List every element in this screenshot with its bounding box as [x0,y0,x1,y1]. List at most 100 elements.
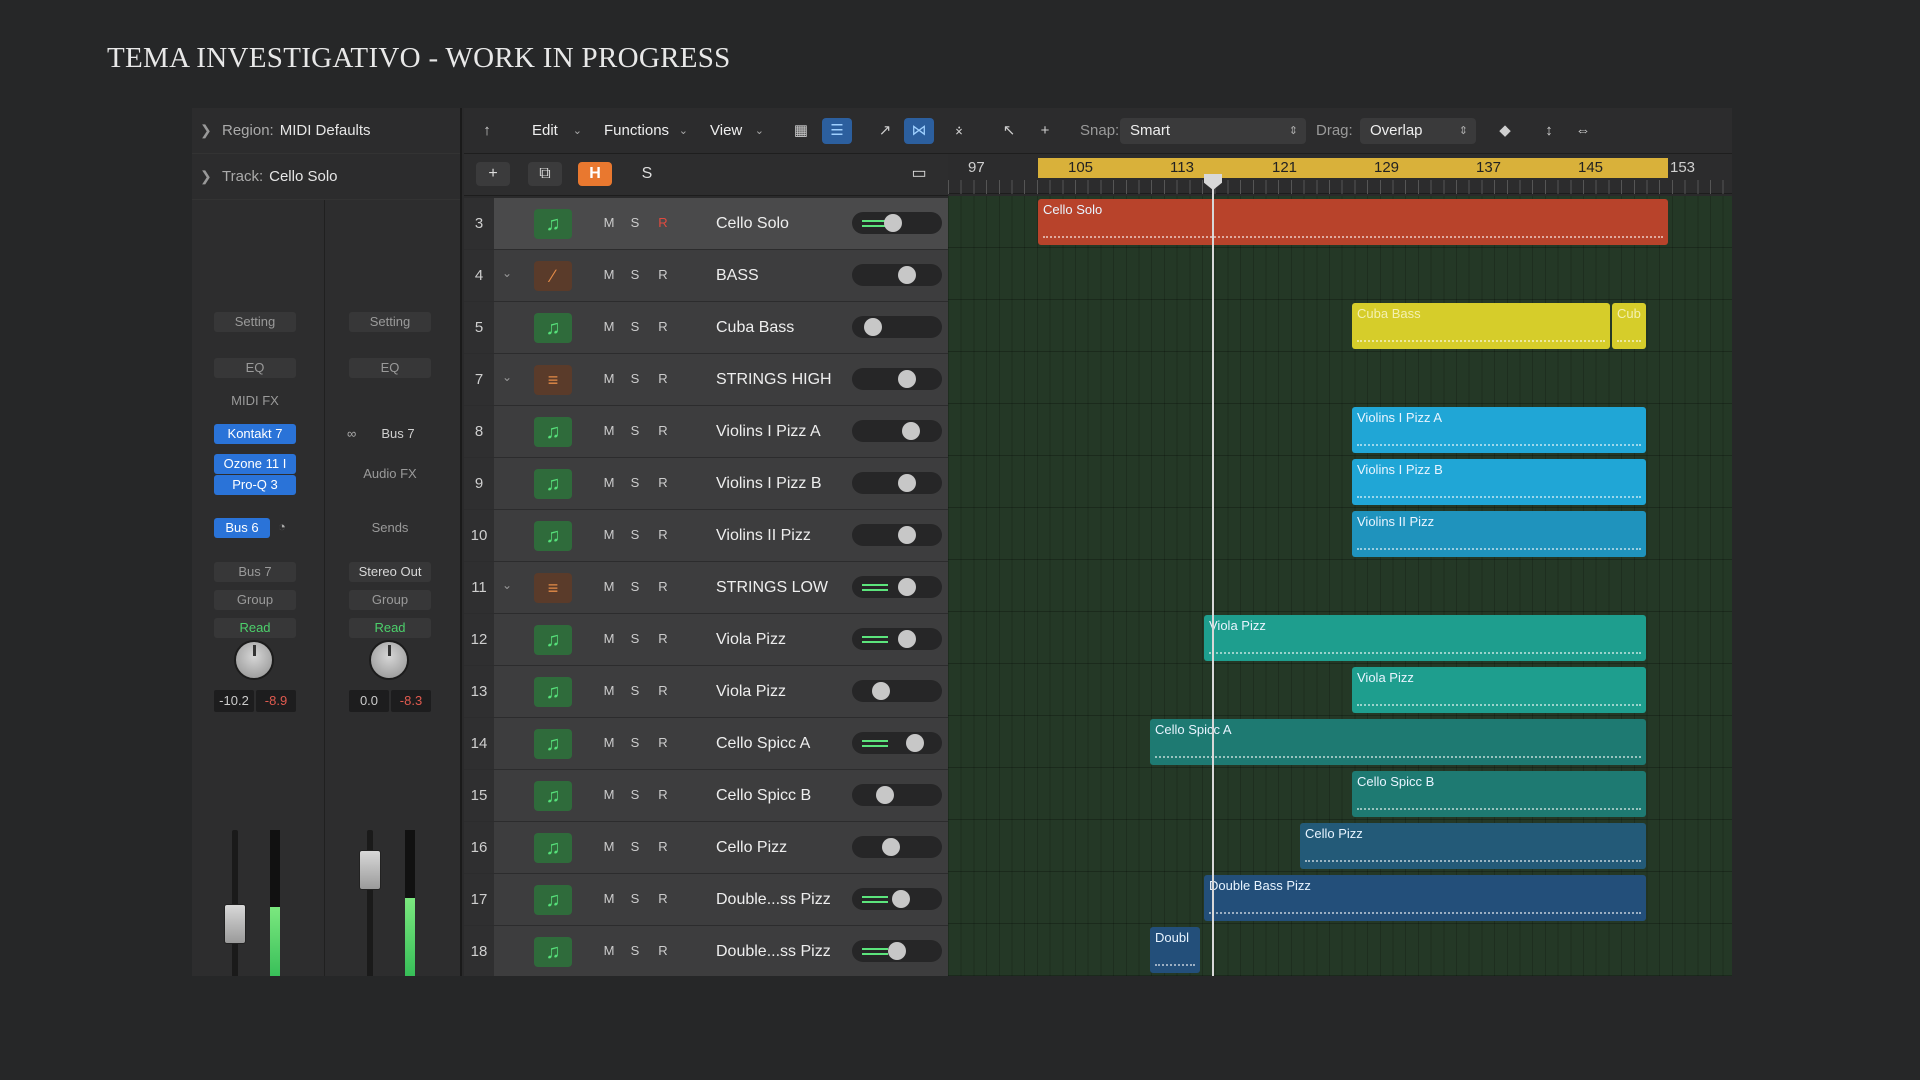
guitar-icon[interactable]: ∕ [534,261,572,291]
track-solo-button[interactable]: S [626,421,644,441]
midi-region[interactable]: Doubl [1150,927,1200,973]
track-volume-slider[interactable] [852,576,942,598]
view-menu[interactable]: View ⌄ [700,118,772,144]
group-slot[interactable]: Group [214,590,296,610]
track-row[interactable]: 3 ♫ M S R Cello Solo [464,198,948,250]
chevron-right-icon[interactable]: ❯ [200,168,222,185]
duplicate-track-icon[interactable]: ⧉ [528,162,562,186]
send-slot[interactable]: Bus 6 [214,518,270,538]
slider-thumb[interactable] [898,526,916,544]
track-name[interactable]: Cello Spicc A [716,718,810,769]
instrument-slot[interactable]: Kontakt 7 [214,424,296,444]
track-name[interactable]: Violins II Pizz [716,510,811,561]
track-row[interactable]: 7 ⌄ ≡ M S R STRINGS HIGH [464,354,948,406]
midi-note-icon[interactable]: ♫ [534,313,572,343]
track-record-button[interactable]: R [654,473,672,493]
slider-thumb[interactable] [902,422,920,440]
midi-region[interactable]: Cello Spicc A [1150,719,1646,765]
track-mute-button[interactable]: M [600,681,618,701]
functions-menu[interactable]: Functions ⌄ [594,118,696,144]
snap-dropdown[interactable]: Smart ⇕ [1120,118,1306,144]
track-mute-button[interactable]: M [600,421,618,441]
track-name[interactable]: Viola Pizz [716,614,786,665]
volume-fader[interactable] [359,850,381,890]
track-solo-button[interactable]: S [626,317,644,337]
midi-note-icon[interactable]: ♫ [534,781,572,811]
track-row[interactable]: 10 ♫ M S R Violins II Pizz [464,510,948,562]
track-row[interactable]: 17 ♫ M S R Double...ss Pizz [464,874,948,926]
edit-menu[interactable]: Edit ⌄ [522,118,590,144]
track-record-button[interactable]: R [654,733,672,753]
track-record-button[interactable]: R [654,629,672,649]
track-solo-button[interactable]: S [626,369,644,389]
midi-note-icon[interactable]: ♫ [534,625,572,655]
track-solo-button[interactable]: S [626,213,644,233]
output-slot[interactable]: Bus 7 [214,562,296,582]
track-name[interactable]: Cello Spicc B [716,770,811,821]
track-name[interactable]: Violins I Pizz B [716,458,822,509]
track-solo-button[interactable]: S [626,577,644,597]
midi-region[interactable]: Cello Pizz [1300,823,1646,869]
track-volume-slider[interactable] [852,940,942,962]
track-mute-button[interactable]: M [600,577,618,597]
track-volume-slider[interactable] [852,732,942,754]
back-arrow-icon[interactable]: ↑ [472,118,502,144]
track-solo-button[interactable]: S [626,889,644,909]
slider-thumb[interactable] [884,214,902,232]
track-folder-icon[interactable]: ▭ [904,162,934,186]
track-solo-button[interactable]: S [626,525,644,545]
midi-region[interactable]: Violins I Pizz A [1352,407,1646,453]
track-solo-button[interactable]: S [626,837,644,857]
track-volume-slider[interactable] [852,680,942,702]
plugin-slot-ozone[interactable]: Ozone 11 I [214,454,296,474]
track-volume-slider[interactable] [852,888,942,910]
track-mute-button[interactable]: M [600,473,618,493]
track-row[interactable]: 13 ♫ M S R Viola Pizz [464,666,948,718]
track-volume-slider[interactable] [852,836,942,858]
slider-thumb[interactable] [872,682,890,700]
track-volume-slider[interactable] [852,212,942,234]
slider-thumb[interactable] [906,734,924,752]
send-level-knob-icon[interactable]: ◔ [278,519,286,534]
midi-note-icon[interactable]: ♫ [534,833,572,863]
track-name[interactable]: STRINGS HIGH [716,354,832,405]
track-solo-button[interactable]: S [626,265,644,285]
track-row[interactable]: 12 ♫ M S R Viola Pizz [464,614,948,666]
midi-region[interactable]: Violins I Pizz B [1352,459,1646,505]
track-solo-button[interactable]: S [626,941,644,961]
track-mute-button[interactable]: M [600,837,618,857]
track-mute-button[interactable]: M [600,889,618,909]
track-lane[interactable] [948,560,1732,612]
midi-note-icon[interactable]: ♫ [534,885,572,915]
waveform-zoom-icon[interactable]: ◆ [1490,118,1520,144]
pan-knob[interactable] [234,640,274,680]
region-inspector-row[interactable]: ❯ Region: MIDI Defaults [192,108,460,154]
track-row[interactable]: 9 ♫ M S R Violins I Pizz B [464,458,948,510]
midi-region[interactable]: Cello Solo [1038,199,1668,245]
add-track-button[interactable]: + [476,162,510,186]
grid-view-icon[interactable]: ▦ [786,118,816,144]
track-mute-button[interactable]: M [600,629,618,649]
midi-note-icon[interactable]: ♫ [534,209,572,239]
audio-fx-slot[interactable]: Audio FX [349,464,431,484]
track-mute-button[interactable]: M [600,369,618,389]
track-row[interactable]: 18 ♫ M S R Double...ss Pizz [464,926,948,976]
horizontal-zoom-icon[interactable]: ⇔ [1568,118,1598,144]
track-record-button[interactable]: R [654,265,672,285]
midi-region[interactable]: Cello Spicc B [1352,771,1646,817]
track-record-button[interactable]: R [654,681,672,701]
track-volume-slider[interactable] [852,368,942,390]
track-row[interactable]: 11 ⌄ ≡ M S R STRINGS LOW [464,562,948,614]
track-mute-button[interactable]: M [600,525,618,545]
input-slot[interactable]: Bus 7 [363,424,433,444]
disclosure-chevron-icon[interactable]: ⌄ [502,266,512,280]
bar-ruler[interactable]: 97 105 113 121 129 137 145 153 [948,154,1732,194]
track-volume-slider[interactable] [852,628,942,650]
track-mute-button[interactable]: M [600,785,618,805]
disclosure-chevron-icon[interactable]: ⌄ [502,578,512,592]
track-row[interactable]: 16 ♫ M S R Cello Pizz [464,822,948,874]
drag-dropdown[interactable]: Overlap ⇕ [1360,118,1476,144]
track-lane[interactable] [948,352,1732,404]
disclosure-chevron-icon[interactable]: ⌄ [502,370,512,384]
sends-slot[interactable]: Sends [349,518,431,538]
